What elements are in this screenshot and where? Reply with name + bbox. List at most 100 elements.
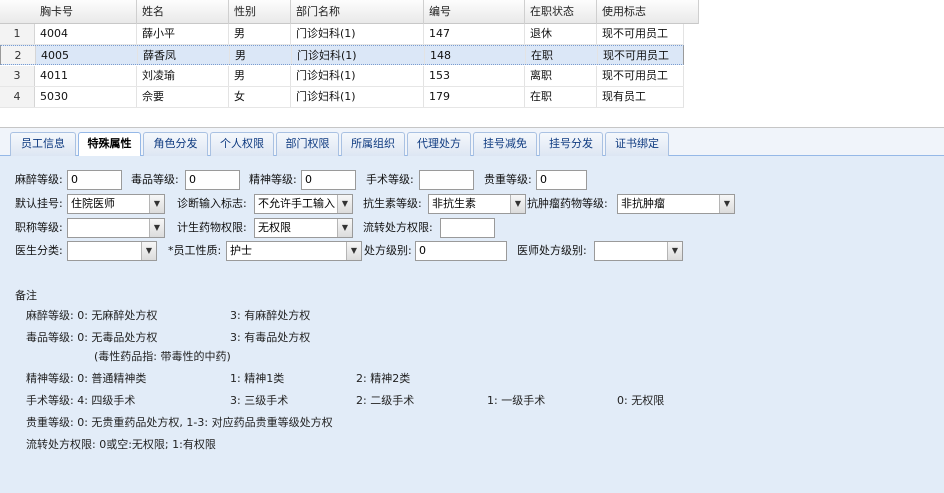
tab-department-permissions[interactable]: 部门权限 bbox=[276, 132, 339, 156]
note-line: (毒性药品指: 带毒性的中药) bbox=[94, 350, 231, 363]
col-header-name[interactable]: 姓名 bbox=[137, 0, 229, 24]
cell-name: 薛小平 bbox=[137, 24, 229, 44]
chevron-down-icon[interactable]: ▼ bbox=[510, 195, 525, 213]
antitumor-level-label: 抗肿瘤药物等级: bbox=[527, 197, 608, 210]
cell-usage: 现不可用员工 bbox=[597, 66, 684, 86]
note-line: 2: 精神2类 bbox=[356, 372, 411, 385]
note-line: 精神等级: 0: 普通精神类 bbox=[26, 372, 147, 385]
default-registration-select[interactable]: 住院医师 ▼ bbox=[67, 194, 165, 214]
cell-number: 179 bbox=[424, 87, 525, 107]
cell-number: 148 bbox=[425, 46, 526, 64]
cell-status: 在职 bbox=[526, 46, 598, 64]
cell-status: 退休 bbox=[525, 24, 597, 44]
table-row[interactable]: 3 4011 刘凌瑜 男 门诊妇科(1) 153 离职 现不可用员工 bbox=[0, 66, 684, 87]
tab-employee-info[interactable]: 员工信息 bbox=[10, 132, 76, 156]
tab-special-attributes[interactable]: 特殊属性 bbox=[78, 132, 141, 157]
employee-nature-value: 护士 bbox=[230, 244, 252, 257]
cell-usage: 现不可用员工 bbox=[597, 24, 684, 44]
note-line: 3: 有毒品处方权 bbox=[230, 331, 311, 344]
tab-strip: 员工信息 特殊属性 角色分发 个人权限 部门权限 所属组织 代理处方 挂号减免 … bbox=[0, 128, 944, 157]
cell-usage: 现不可用员工 bbox=[598, 46, 683, 64]
table-row[interactable]: 2 4005 薛香凤 男 门诊妇科(1) 148 在职 现不可用员工 bbox=[0, 45, 684, 65]
valuable-level-input[interactable]: 0 bbox=[536, 170, 587, 190]
antitumor-level-select[interactable]: 非抗肿瘤 ▼ bbox=[617, 194, 735, 214]
anesthesia-level-input[interactable]: 0 bbox=[67, 170, 122, 190]
transfer-prescription-input[interactable] bbox=[440, 218, 495, 238]
tab-registration-relief[interactable]: 挂号减免 bbox=[473, 132, 537, 156]
chevron-down-icon[interactable]: ▼ bbox=[337, 219, 352, 237]
cell-gender: 男 bbox=[230, 46, 292, 64]
prescription-level-input[interactable]: 0 bbox=[415, 241, 507, 261]
title-level-select[interactable]: ▼ bbox=[67, 218, 165, 238]
tab-proxy-prescription[interactable]: 代理处方 bbox=[407, 132, 471, 156]
note-line: 3: 有麻醉处方权 bbox=[230, 309, 311, 322]
table-row[interactable]: 4 5030 佘要 女 门诊妇科(1) 179 在职 现有员工 bbox=[0, 87, 684, 108]
cell-gender: 男 bbox=[229, 66, 291, 86]
default-registration-label: 默认挂号: bbox=[15, 197, 63, 210]
valuable-level-label: 贵重等级: bbox=[484, 173, 532, 186]
note-line: 毒品等级: 0: 无毒品处方权 bbox=[26, 331, 158, 344]
cell-status: 在职 bbox=[525, 87, 597, 107]
tab-organization[interactable]: 所属组织 bbox=[341, 132, 405, 156]
chevron-down-icon[interactable]: ▼ bbox=[149, 219, 164, 237]
col-header-gender[interactable]: 性别 bbox=[229, 0, 291, 24]
chevron-down-icon[interactable]: ▼ bbox=[337, 195, 352, 213]
default-registration-value: 住院医师 bbox=[71, 197, 115, 210]
note-line: 1: 精神1类 bbox=[230, 372, 285, 385]
note-line: 3: 三级手术 bbox=[230, 394, 289, 407]
anesthesia-level-label: 麻醉等级: bbox=[15, 173, 63, 186]
cell-name: 佘要 bbox=[137, 87, 229, 107]
cell-gender: 女 bbox=[229, 87, 291, 107]
antibiotic-level-value: 非抗生素 bbox=[432, 197, 476, 210]
cell-usage: 现有员工 bbox=[597, 87, 684, 107]
col-header-department[interactable]: 部门名称 bbox=[291, 0, 424, 24]
employee-grid: 胸卡号 姓名 性别 部门名称 编号 在职状态 使用标志 1 4004 薛小平 男… bbox=[0, 0, 944, 128]
title-level-label: 职称等级: bbox=[15, 221, 63, 234]
cell-number: 147 bbox=[424, 24, 525, 44]
row-number: 1 bbox=[0, 24, 35, 44]
chevron-down-icon[interactable]: ▼ bbox=[667, 242, 682, 260]
note-line: 1: 一级手术 bbox=[487, 394, 546, 407]
antibiotic-level-select[interactable]: 非抗生素 ▼ bbox=[428, 194, 526, 214]
physician-prescription-level-label: 医师处方级别: bbox=[517, 244, 587, 257]
chevron-down-icon[interactable]: ▼ bbox=[149, 195, 164, 213]
surgery-level-input[interactable] bbox=[419, 170, 474, 190]
special-attributes-panel: 麻醉等级: 0 毒品等级: 0 精神等级: 0 手术等级: 贵重等级: 0 默认… bbox=[0, 156, 944, 493]
employee-nature-label: *员工性质: bbox=[168, 244, 222, 257]
col-header-status[interactable]: 在职状态 bbox=[525, 0, 597, 24]
psychotropic-level-input[interactable]: 0 bbox=[301, 170, 356, 190]
row-number: 4 bbox=[0, 87, 35, 107]
family-planning-permission-value: 无权限 bbox=[258, 221, 291, 234]
tab-personal-permissions[interactable]: 个人权限 bbox=[210, 132, 274, 156]
chevron-down-icon[interactable]: ▼ bbox=[141, 242, 156, 260]
col-header-number[interactable]: 编号 bbox=[424, 0, 525, 24]
row-number: 3 bbox=[0, 66, 35, 86]
cell-name: 刘凌瑜 bbox=[137, 66, 229, 86]
cell-badge: 5030 bbox=[35, 87, 137, 107]
note-line: 手术等级: 4: 四级手术 bbox=[26, 394, 136, 407]
narcotic-level-input[interactable]: 0 bbox=[185, 170, 240, 190]
tab-registration-dispatch[interactable]: 挂号分发 bbox=[539, 132, 603, 156]
chevron-down-icon[interactable]: ▼ bbox=[719, 195, 734, 213]
tab-role-dispatch[interactable]: 角色分发 bbox=[143, 132, 208, 156]
note-line: 0: 无权限 bbox=[617, 394, 665, 407]
physician-prescription-level-select[interactable]: ▼ bbox=[594, 241, 683, 261]
doctor-category-select[interactable]: ▼ bbox=[67, 241, 157, 261]
cell-gender: 男 bbox=[229, 24, 291, 44]
row-number: 2 bbox=[1, 46, 36, 64]
family-planning-permission-select[interactable]: 无权限 ▼ bbox=[254, 218, 353, 238]
col-header-usage[interactable]: 使用标志 bbox=[597, 0, 699, 24]
doctor-category-label: 医生分类: bbox=[15, 244, 63, 257]
surgery-level-label: 手术等级: bbox=[366, 173, 414, 186]
table-row[interactable]: 1 4004 薛小平 男 门诊妇科(1) 147 退休 现不可用员工 bbox=[0, 24, 684, 45]
notes-title: 备注 bbox=[15, 289, 37, 302]
employee-nature-select[interactable]: 护士 ▼ bbox=[226, 241, 362, 261]
diagnosis-input-flag-select[interactable]: 不允许手工输入 ▼ bbox=[254, 194, 353, 214]
tab-certificate-binding[interactable]: 证书绑定 bbox=[605, 132, 669, 156]
note-line: 2: 二级手术 bbox=[356, 394, 415, 407]
chevron-down-icon[interactable]: ▼ bbox=[346, 242, 361, 260]
cell-badge: 4005 bbox=[36, 46, 138, 64]
transfer-prescription-label: 流转处方权限: bbox=[363, 221, 433, 234]
narcotic-level-label: 毒品等级: bbox=[131, 173, 179, 186]
col-header-badge[interactable]: 胸卡号 bbox=[35, 0, 137, 24]
